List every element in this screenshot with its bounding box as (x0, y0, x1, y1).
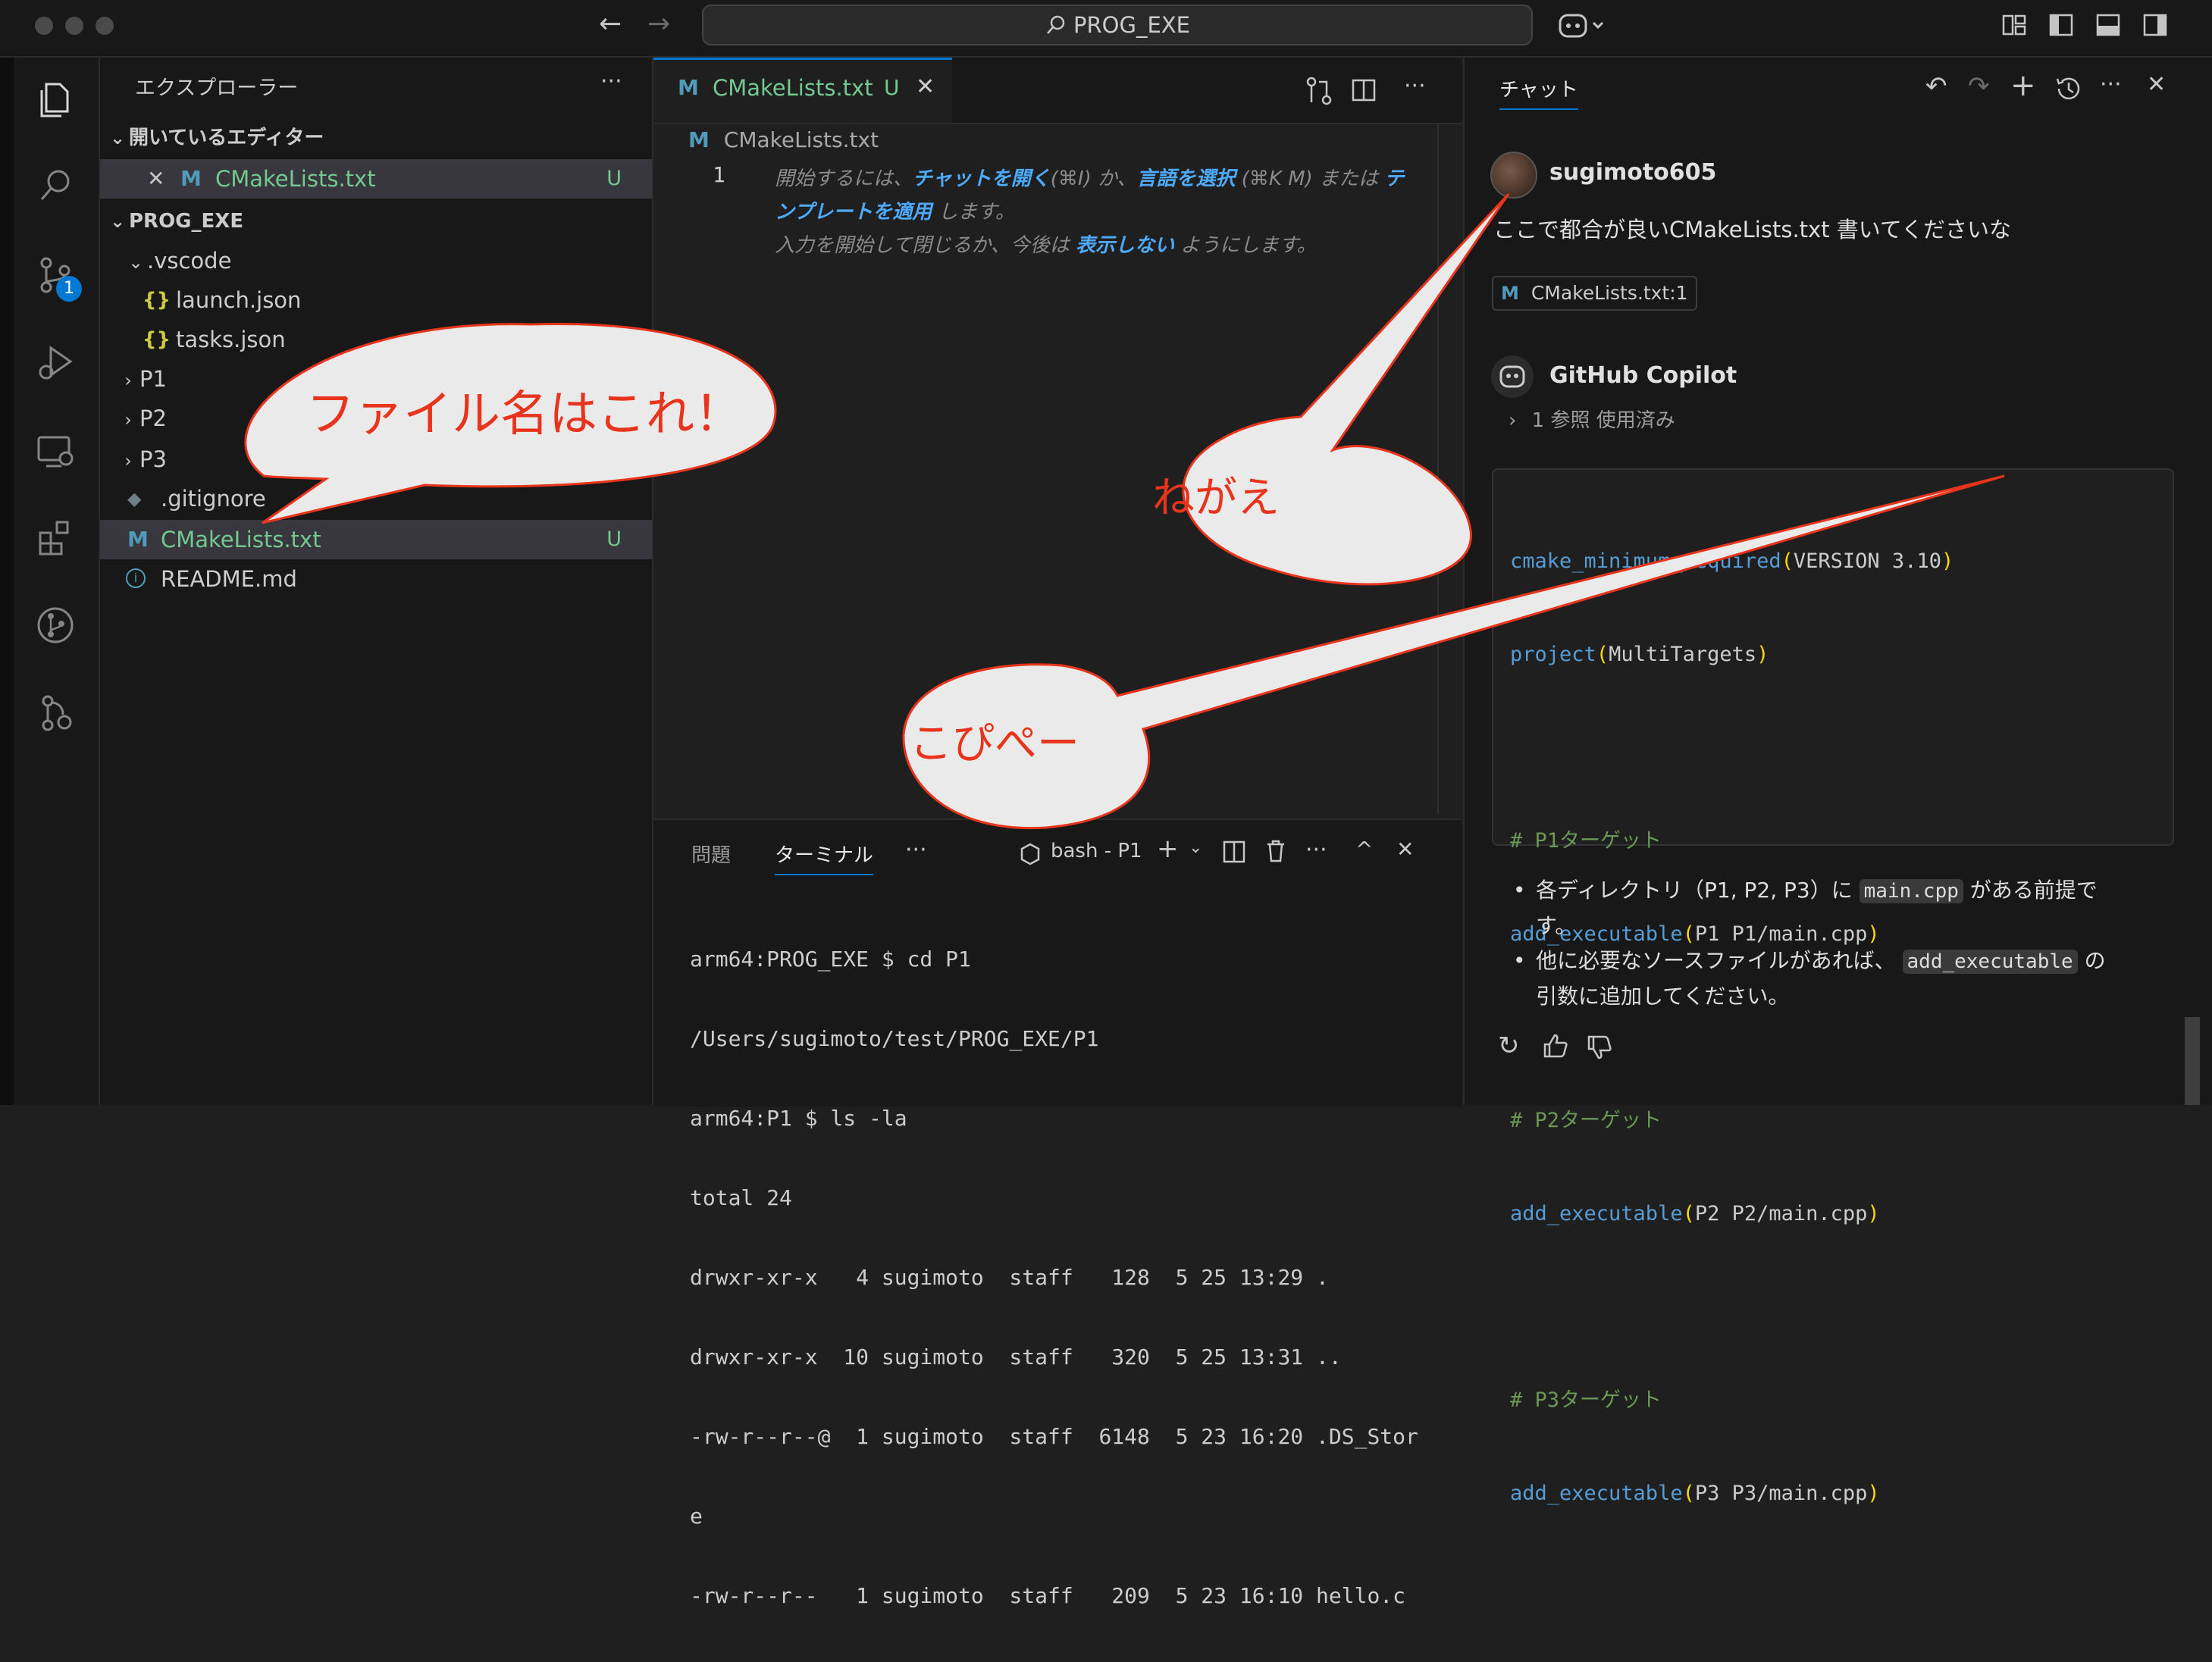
code-paren: ( (1682, 1482, 1695, 1505)
code-paren: ) (1867, 1482, 1880, 1505)
speech-bubble-filename: ファイル名はこれ！ (244, 322, 777, 524)
code-function: add_executable (1510, 1482, 1683, 1505)
terminal-line: drwxr-xr-x 10 sugimoto staff 320 5 25 13… (690, 1344, 1342, 1369)
bubble-filename-text: ファイル名はこれ！ (306, 387, 743, 443)
bubble-negae-text: ねがえ (1152, 474, 1280, 523)
code-function: add_executable (1510, 1202, 1683, 1225)
code-line: add_executable(P2 P2/main.cpp) (1510, 1198, 1954, 1229)
terminal-line: arm64:P1 $ ls -la (690, 1106, 907, 1131)
annotation-overlay: ファイル名はこれ！ ねがえ こぴぺー (244, 192, 2005, 830)
speech-bubble-negae: ねがえ (1152, 192, 1510, 586)
code-comment: # P3ターゲット (1510, 1388, 1662, 1412)
terminal-line: -rw-r--r-- 1 sugimoto staff 209 5 23 16:… (690, 1583, 1406, 1608)
code-comment: # P2ターゲット (1510, 1109, 1662, 1132)
terminal-line: total 24 (690, 1185, 792, 1210)
code-args: P2 P2/main.cpp (1694, 1202, 1868, 1225)
code-line: add_executable(P3 P3/main.cpp) (1510, 1478, 1954, 1509)
code-paren: ( (1682, 1202, 1695, 1225)
code-args: P3 P3/main.cpp (1694, 1482, 1868, 1505)
bubble-copipe-text: こぴぺー (910, 719, 1079, 768)
terminal-line: drwxr-xr-x 4 sugimoto staff 128 5 25 13:… (690, 1265, 1329, 1290)
terminal-line: e (690, 1504, 703, 1529)
code-paren: ) (1867, 1202, 1880, 1225)
terminal-line: -rw-r--r--@ 1 sugimoto staff 6148 5 23 1… (690, 1424, 1418, 1449)
